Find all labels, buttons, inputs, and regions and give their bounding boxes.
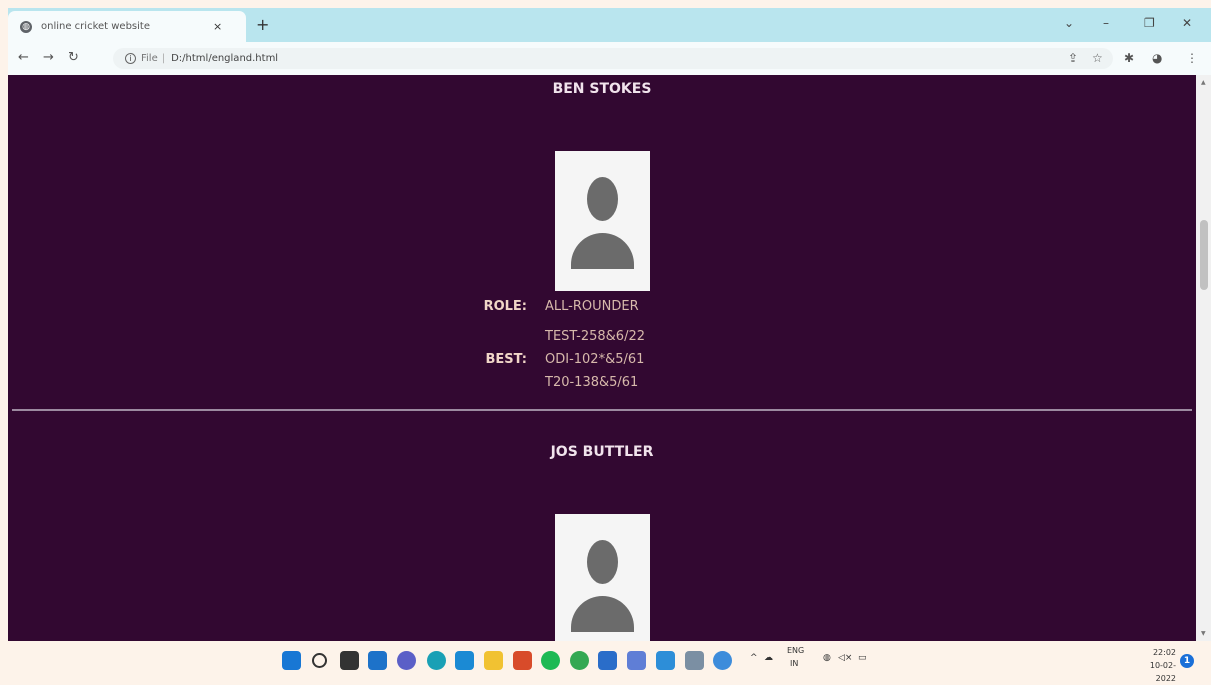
scroll-up-icon[interactable]: ▲	[1201, 79, 1206, 86]
scrollbar-thumb[interactable]	[1200, 220, 1208, 290]
chrome-icon[interactable]	[570, 651, 589, 670]
scroll-down-icon[interactable]: ▼	[1201, 630, 1206, 637]
player-name: JOS BUTTLER	[550, 444, 654, 460]
language-bottom[interactable]: IN	[790, 659, 798, 668]
clock[interactable]: 22:02 10-02-2022	[1130, 646, 1176, 685]
player-photo	[555, 514, 650, 641]
divider	[12, 409, 1192, 411]
back-icon[interactable]: ←	[18, 50, 29, 65]
url-separator: |	[161, 53, 166, 64]
maximize-icon[interactable]: ❐	[1144, 16, 1155, 30]
role-value: ALL-ROUNDER	[545, 299, 639, 314]
new-tab-icon[interactable]: +	[256, 17, 269, 33]
best-odi: ODI-102*&5/61	[545, 352, 645, 367]
url-scheme: File	[141, 53, 158, 64]
cloud-icon[interactable]: ☁	[764, 653, 773, 663]
best-t20: T20-138&5/61	[545, 375, 639, 390]
info-icon[interactable]: i	[125, 53, 136, 64]
profile-icon[interactable]: ◕	[1152, 51, 1162, 65]
best-label: BEST:	[485, 352, 527, 367]
edge-icon[interactable]	[427, 651, 446, 670]
clock-date: 10-02-2022	[1149, 661, 1176, 683]
globe-icon: ◍	[20, 20, 32, 33]
tab-search-icon[interactable]: ⌄	[1064, 16, 1074, 30]
avatar-body	[571, 233, 634, 269]
notepad-icon[interactable]	[627, 651, 646, 670]
brave-icon[interactable]	[513, 651, 532, 670]
mail-icon[interactable]	[598, 651, 617, 670]
avatar-body	[571, 596, 634, 632]
minimize-icon[interactable]: –	[1103, 16, 1109, 30]
best-test: TEST-258&6/22	[545, 329, 645, 344]
player-photo	[555, 151, 650, 291]
search-icon[interactable]	[312, 653, 327, 668]
chat-icon[interactable]	[397, 651, 416, 670]
tab-strip: ◍ online cricket website × + ⌄ – ❐ ✕	[8, 8, 1211, 42]
tab-title: online cricket website	[41, 21, 150, 32]
taskbar: ^ ☁ ENG IN ◍ ◁× ▭ 22:02 10-02-2022 1	[0, 641, 1211, 685]
close-window-icon[interactable]: ✕	[1182, 16, 1192, 30]
avatar-icon	[587, 177, 618, 221]
network-icon[interactable]: ◍	[823, 653, 831, 663]
app-icon[interactable]	[713, 651, 732, 670]
file-explorer-icon[interactable]	[484, 651, 503, 670]
scrollbar[interactable]: ▲ ▼	[1196, 75, 1211, 641]
clock-time: 22:02	[1152, 648, 1176, 657]
document-icon[interactable]	[685, 651, 704, 670]
role-label: ROLE:	[483, 299, 527, 314]
url-text[interactable]: D:/html/england.html	[171, 53, 278, 64]
task-view-icon[interactable]	[340, 651, 359, 670]
avatar-icon	[587, 540, 618, 584]
tab-active[interactable]: ◍ online cricket website ×	[8, 11, 246, 42]
extensions-icon[interactable]: ✱	[1124, 51, 1134, 65]
start-icon[interactable]	[282, 651, 301, 670]
forward-icon[interactable]: →	[43, 50, 54, 65]
widgets-icon[interactable]	[368, 651, 387, 670]
volume-icon[interactable]: ◁×	[838, 653, 852, 663]
address-bar[interactable]: i File | D:/html/england.html	[113, 48, 1113, 69]
vscode-icon[interactable]	[656, 651, 675, 670]
star-icon[interactable]: ☆	[1092, 51, 1103, 65]
spotify-icon[interactable]	[541, 651, 560, 670]
language-top[interactable]: ENG	[787, 646, 804, 655]
tab-close-icon[interactable]: ×	[213, 20, 222, 33]
store-icon[interactable]	[455, 651, 474, 670]
share-icon[interactable]: ⇪	[1068, 51, 1078, 65]
battery-icon[interactable]: ▭	[858, 653, 867, 663]
page-content: BEN STOKES ROLE: ALL-ROUNDER TEST-258&6/…	[8, 75, 1196, 641]
reload-icon[interactable]: ↻	[68, 50, 79, 65]
tray-chevron-icon[interactable]: ^	[750, 653, 758, 663]
notification-badge[interactable]: 1	[1180, 654, 1194, 668]
menu-icon[interactable]: ⋮	[1186, 51, 1198, 65]
player-name: BEN STOKES	[552, 81, 652, 97]
browser-toolbar: ← → ↻ i File | D:/html/england.html ⇪ ☆ …	[8, 42, 1211, 75]
